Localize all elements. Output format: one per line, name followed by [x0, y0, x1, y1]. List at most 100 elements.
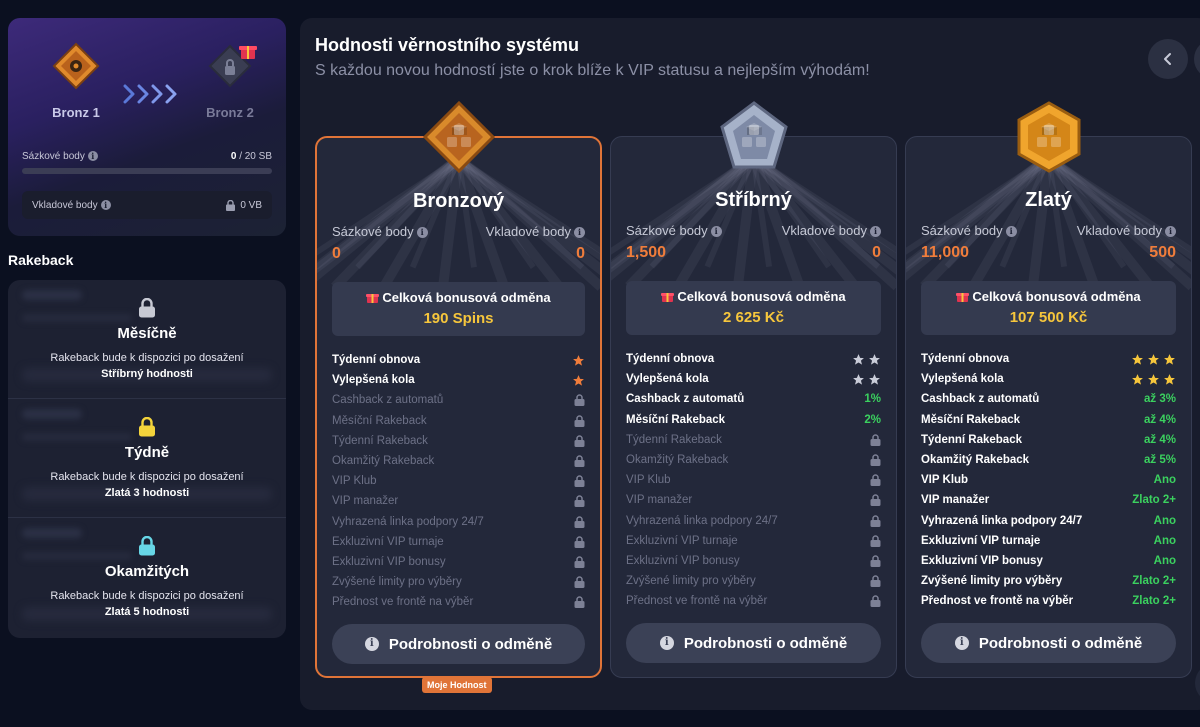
total-bonus-label: Celková bonusová odměna [677, 289, 846, 304]
reward-details-label: Podrobnosti o odměně [683, 634, 848, 652]
benefit-label: Vylepšená kola [921, 373, 1004, 386]
benefit-label: Týdenní obnova [626, 353, 715, 366]
betting-points-current: 0 [230, 151, 237, 162]
rakeback-period-name: Týdně [124, 444, 170, 461]
gold-rank-emblem-icon [1013, 101, 1085, 173]
star-icon [573, 354, 584, 366]
info-icon[interactable]: i [710, 226, 722, 238]
benefit-row: Vylepšená kola [921, 369, 1176, 389]
current-rank-name: Bronz 1 [52, 105, 100, 120]
page-title: Hodnosti věrnostního systému [315, 35, 580, 55]
benefit-value: 1% [864, 393, 881, 406]
lock-icon [226, 199, 236, 211]
benefit-label: Vylepšená kola [626, 373, 709, 386]
gift-icon [661, 293, 675, 302]
benefit-row: Týdenní Rakeback [626, 430, 881, 450]
info-icon[interactable]: i [870, 226, 881, 238]
betting-points-label: Sázkové body [332, 224, 414, 239]
betting-points-row: Sázkové body i 0 / 20 SB [22, 151, 272, 162]
lock-icon [139, 417, 155, 437]
betting-points-value: 1,500 [626, 244, 667, 261]
scroll-button[interactable] [1195, 663, 1200, 703]
points-values: 1,500 0 [626, 244, 881, 262]
info-icon[interactable]: i [100, 199, 111, 210]
betting-points-value: 0 [332, 245, 341, 262]
rank-progress-card: Bronz 1 Bronz 2 Sázkové body i 0 / 20 SB… [8, 18, 286, 236]
benefit-label: Cashback z automatů [921, 393, 1040, 406]
tier-name: Stříbrný [715, 189, 792, 211]
benefit-value: Ano [1153, 514, 1176, 527]
benefit-label: Měsíční Rakeback [332, 414, 427, 427]
blurred-text [22, 314, 132, 322]
total-bonus-label: Celková bonusová odměna [382, 290, 551, 305]
benefit-value: až 4% [1144, 433, 1176, 446]
benefit-label: Vyhrazená linka podpory 24/7 [921, 514, 1083, 527]
reward-details-button[interactable]: i Podrobnosti o odměně [626, 623, 881, 663]
benefit-value: až 3% [1144, 393, 1176, 406]
lock-icon [574, 556, 585, 568]
benefit-row: Exkluzivní VIP bonusy Ano [921, 551, 1176, 571]
next-rank: Bronz 2 [194, 42, 266, 120]
benefit-label: VIP manažer [921, 494, 990, 507]
points-headers: Sázkové body i Vkladové body i [332, 224, 585, 239]
benefit-label: Okamžitý Rakeback [626, 454, 729, 467]
rakeback-card: Měsíčně Rakeback bude k dispozici po dosa… [8, 280, 286, 638]
benefit-row: Exkluzivní VIP bonusy [332, 552, 585, 572]
lock-icon [574, 394, 585, 407]
benefits-list: Týdenní obnova Vylepšená kola Cashback z a… [921, 349, 1176, 611]
benefit-label: Týdenní obnova [332, 354, 421, 367]
star-icon [1164, 373, 1175, 385]
benefit-value: až 4% [1144, 413, 1176, 426]
star-icon [869, 353, 880, 365]
benefit-label: Vyhrazená linka podpory 24/7 [626, 514, 778, 527]
benefit-label: Měsíční Rakeback [626, 413, 726, 426]
rakeback-period-name: Měsíčně [117, 325, 177, 342]
rakeback-description: Rakeback bude k dispozici po dosažení St… [38, 350, 256, 382]
benefit-label: Přednost ve frontě na výběr [626, 595, 768, 608]
progress-arrows-icon [123, 84, 177, 104]
benefit-label: Měsíční Rakeback [921, 413, 1021, 426]
benefit-row: Přednost ve frontě na výběr Zlato 2+ [921, 591, 1176, 611]
previous-button[interactable] [1148, 39, 1188, 79]
chevron-left-icon [1164, 53, 1171, 65]
info-icon[interactable]: i [416, 227, 428, 239]
loyalty-ranks-panel: Hodnosti věrnostního systému S každou no… [300, 18, 1200, 710]
lock-icon [870, 514, 881, 527]
lock-icon [870, 535, 881, 547]
benefits-list: Týdenní obnova Vylepšená kola Cashback z a… [626, 349, 881, 611]
benefit-value: Zlato 2+ [1132, 575, 1176, 588]
benefit-label: VIP Klub [921, 474, 969, 487]
benefit-row: VIP Klub [332, 471, 585, 491]
reward-details-button[interactable]: i Podrobnosti o odměně [332, 624, 585, 664]
points-values: 11,000 500 [921, 244, 1176, 262]
info-icon[interactable]: i [1165, 226, 1176, 238]
next-rank-name: Bronz 2 [206, 105, 254, 120]
total-bonus-value: 107 500 Kč [1009, 309, 1088, 326]
points-headers: Sázkové body i Vkladové body i [921, 223, 1176, 238]
info-icon[interactable]: i [1005, 226, 1017, 238]
blurred-label [22, 528, 82, 538]
deposit-points-row: Vkladové body i 0 VB [22, 191, 272, 219]
rakeback-required-rank: Zlatá 5 hodnosti [104, 606, 190, 618]
rakeback-title: Rakeback [8, 252, 74, 268]
benefit-row: VIP manažer Zlato 2+ [921, 490, 1176, 510]
tier-name: Zlatý [1025, 189, 1072, 211]
rakeback-description: Rakeback bude k dispozici po dosažení Zl… [38, 469, 256, 501]
info-icon[interactable]: i [574, 227, 585, 239]
deposit-points-value: 0 [576, 245, 585, 262]
lock-icon [870, 575, 881, 588]
benefit-row: Vylepšená kola [626, 369, 881, 389]
info-icon[interactable]: i [87, 151, 98, 162]
rakeback-description-text: Rakeback bude k dispozici po dosažení [50, 471, 244, 483]
benefit-row: Zvýšené limity pro výběry Zlato 2+ [921, 571, 1176, 591]
benefit-row: Týdenní obnova [332, 350, 585, 370]
benefit-row: Vyhrazená linka podpory 24/7 [332, 512, 585, 532]
benefit-row: Okamžitý Rakeback až 5% [921, 450, 1176, 470]
betting-points-value: 11,000 [921, 244, 970, 261]
benefit-label: Zvýšené limity pro výběry [332, 576, 462, 589]
next-button[interactable] [1194, 39, 1200, 79]
lock-icon [870, 454, 881, 467]
benefit-row: VIP Klub [626, 470, 881, 490]
reward-details-button[interactable]: i Podrobnosti o odměně [921, 623, 1176, 663]
benefit-label: Týdenní Rakeback [332, 434, 428, 447]
